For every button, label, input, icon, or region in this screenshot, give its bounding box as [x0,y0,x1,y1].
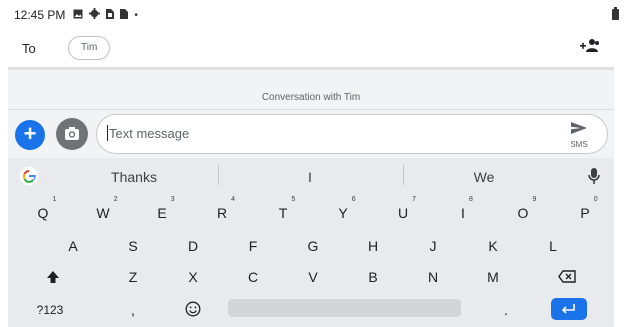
key-w[interactable]: W2 [88,196,118,228]
battery-icon [612,7,619,20]
signal-icon [120,8,129,22]
plus-icon: + [23,121,37,146]
suggestion-strip: Thanks I We [8,163,614,189]
suggestion-separator [403,165,404,185]
key-z[interactable]: Z [118,262,148,292]
backspace-key[interactable] [552,262,582,292]
send-button[interactable]: SMS [567,121,591,149]
comma-key[interactable]: , [118,295,148,325]
backspace-icon [558,270,576,283]
key-k[interactable]: K [478,231,508,261]
key-n[interactable]: N [418,262,448,292]
emoji-key[interactable] [178,295,208,325]
keyboard: Thanks I We Q1 W2 E3 R4 T5 Y6 U7 I8 O9 P… [8,158,614,327]
key-h[interactable]: H [358,231,388,261]
camera-button[interactable] [56,118,88,150]
key-r[interactable]: R4 [207,196,237,228]
key-g[interactable]: G [298,231,328,261]
recipient-row: To Tim [0,30,614,66]
key-i[interactable]: I8 [448,196,478,228]
add-people-icon[interactable] [580,38,600,54]
shift-icon [47,271,59,283]
status-bar: 12:45 PM • [0,0,614,30]
key-u[interactable]: U7 [388,196,418,228]
suggestion-3[interactable]: We [474,169,495,185]
key-e[interactable]: E3 [147,196,177,228]
key-q[interactable]: Q1 [28,196,58,228]
camera-icon [65,127,79,140]
key-t[interactable]: T5 [268,196,298,228]
key-d[interactable]: D [178,231,208,261]
suggestion-2[interactable]: I [308,169,312,185]
key-v[interactable]: V [298,262,328,292]
key-c[interactable]: C [238,262,268,292]
send-icon [571,122,587,134]
suggestion-separator [218,165,219,185]
period-key[interactable]: . [491,295,521,325]
space-key[interactable] [228,299,461,317]
mic-icon[interactable] [588,167,600,185]
symbols-key[interactable]: ?123 [30,295,70,325]
key-a[interactable]: A [58,231,88,261]
notification-dot: • [134,9,138,21]
key-m[interactable]: M [478,262,508,292]
enter-key[interactable] [551,298,587,320]
google-icon[interactable] [20,167,38,185]
suggestion-1[interactable]: Thanks [111,169,157,185]
to-label: To [22,40,36,56]
key-row-2: A S D F G H J K L [8,231,614,261]
image-icon [73,9,83,22]
key-l[interactable]: L [538,231,568,261]
key-row-4: ?123 , . [8,295,614,325]
key-y[interactable]: Y6 [328,196,358,228]
sim-icon [106,8,115,22]
key-row-3: Z X C V B N M [8,262,614,292]
key-o[interactable]: O9 [508,196,538,228]
key-j[interactable]: J [418,231,448,261]
message-placeholder[interactable]: Text message [106,125,189,141]
status-time: 12:45 PM [14,8,66,22]
send-label: SMS [570,140,588,149]
conversation-divider [8,109,614,110]
shift-key[interactable] [36,262,70,292]
key-b[interactable]: B [358,262,388,292]
add-attachment-button[interactable]: + [15,120,45,150]
key-s[interactable]: S [118,231,148,261]
message-input[interactable]: Text message SMS [96,114,608,154]
emoji-icon [185,301,201,317]
key-x[interactable]: X [178,262,208,292]
enter-icon [561,304,575,314]
conversation-title: Conversation with Tim [261,92,361,103]
key-row-1: Q1 W2 E3 R4 T5 Y6 U7 I8 O9 P0 [8,196,614,228]
settings-icon [89,8,101,22]
key-f[interactable]: F [238,231,268,261]
key-p[interactable]: P0 [570,196,600,228]
recipient-chip[interactable]: Tim [68,36,111,60]
